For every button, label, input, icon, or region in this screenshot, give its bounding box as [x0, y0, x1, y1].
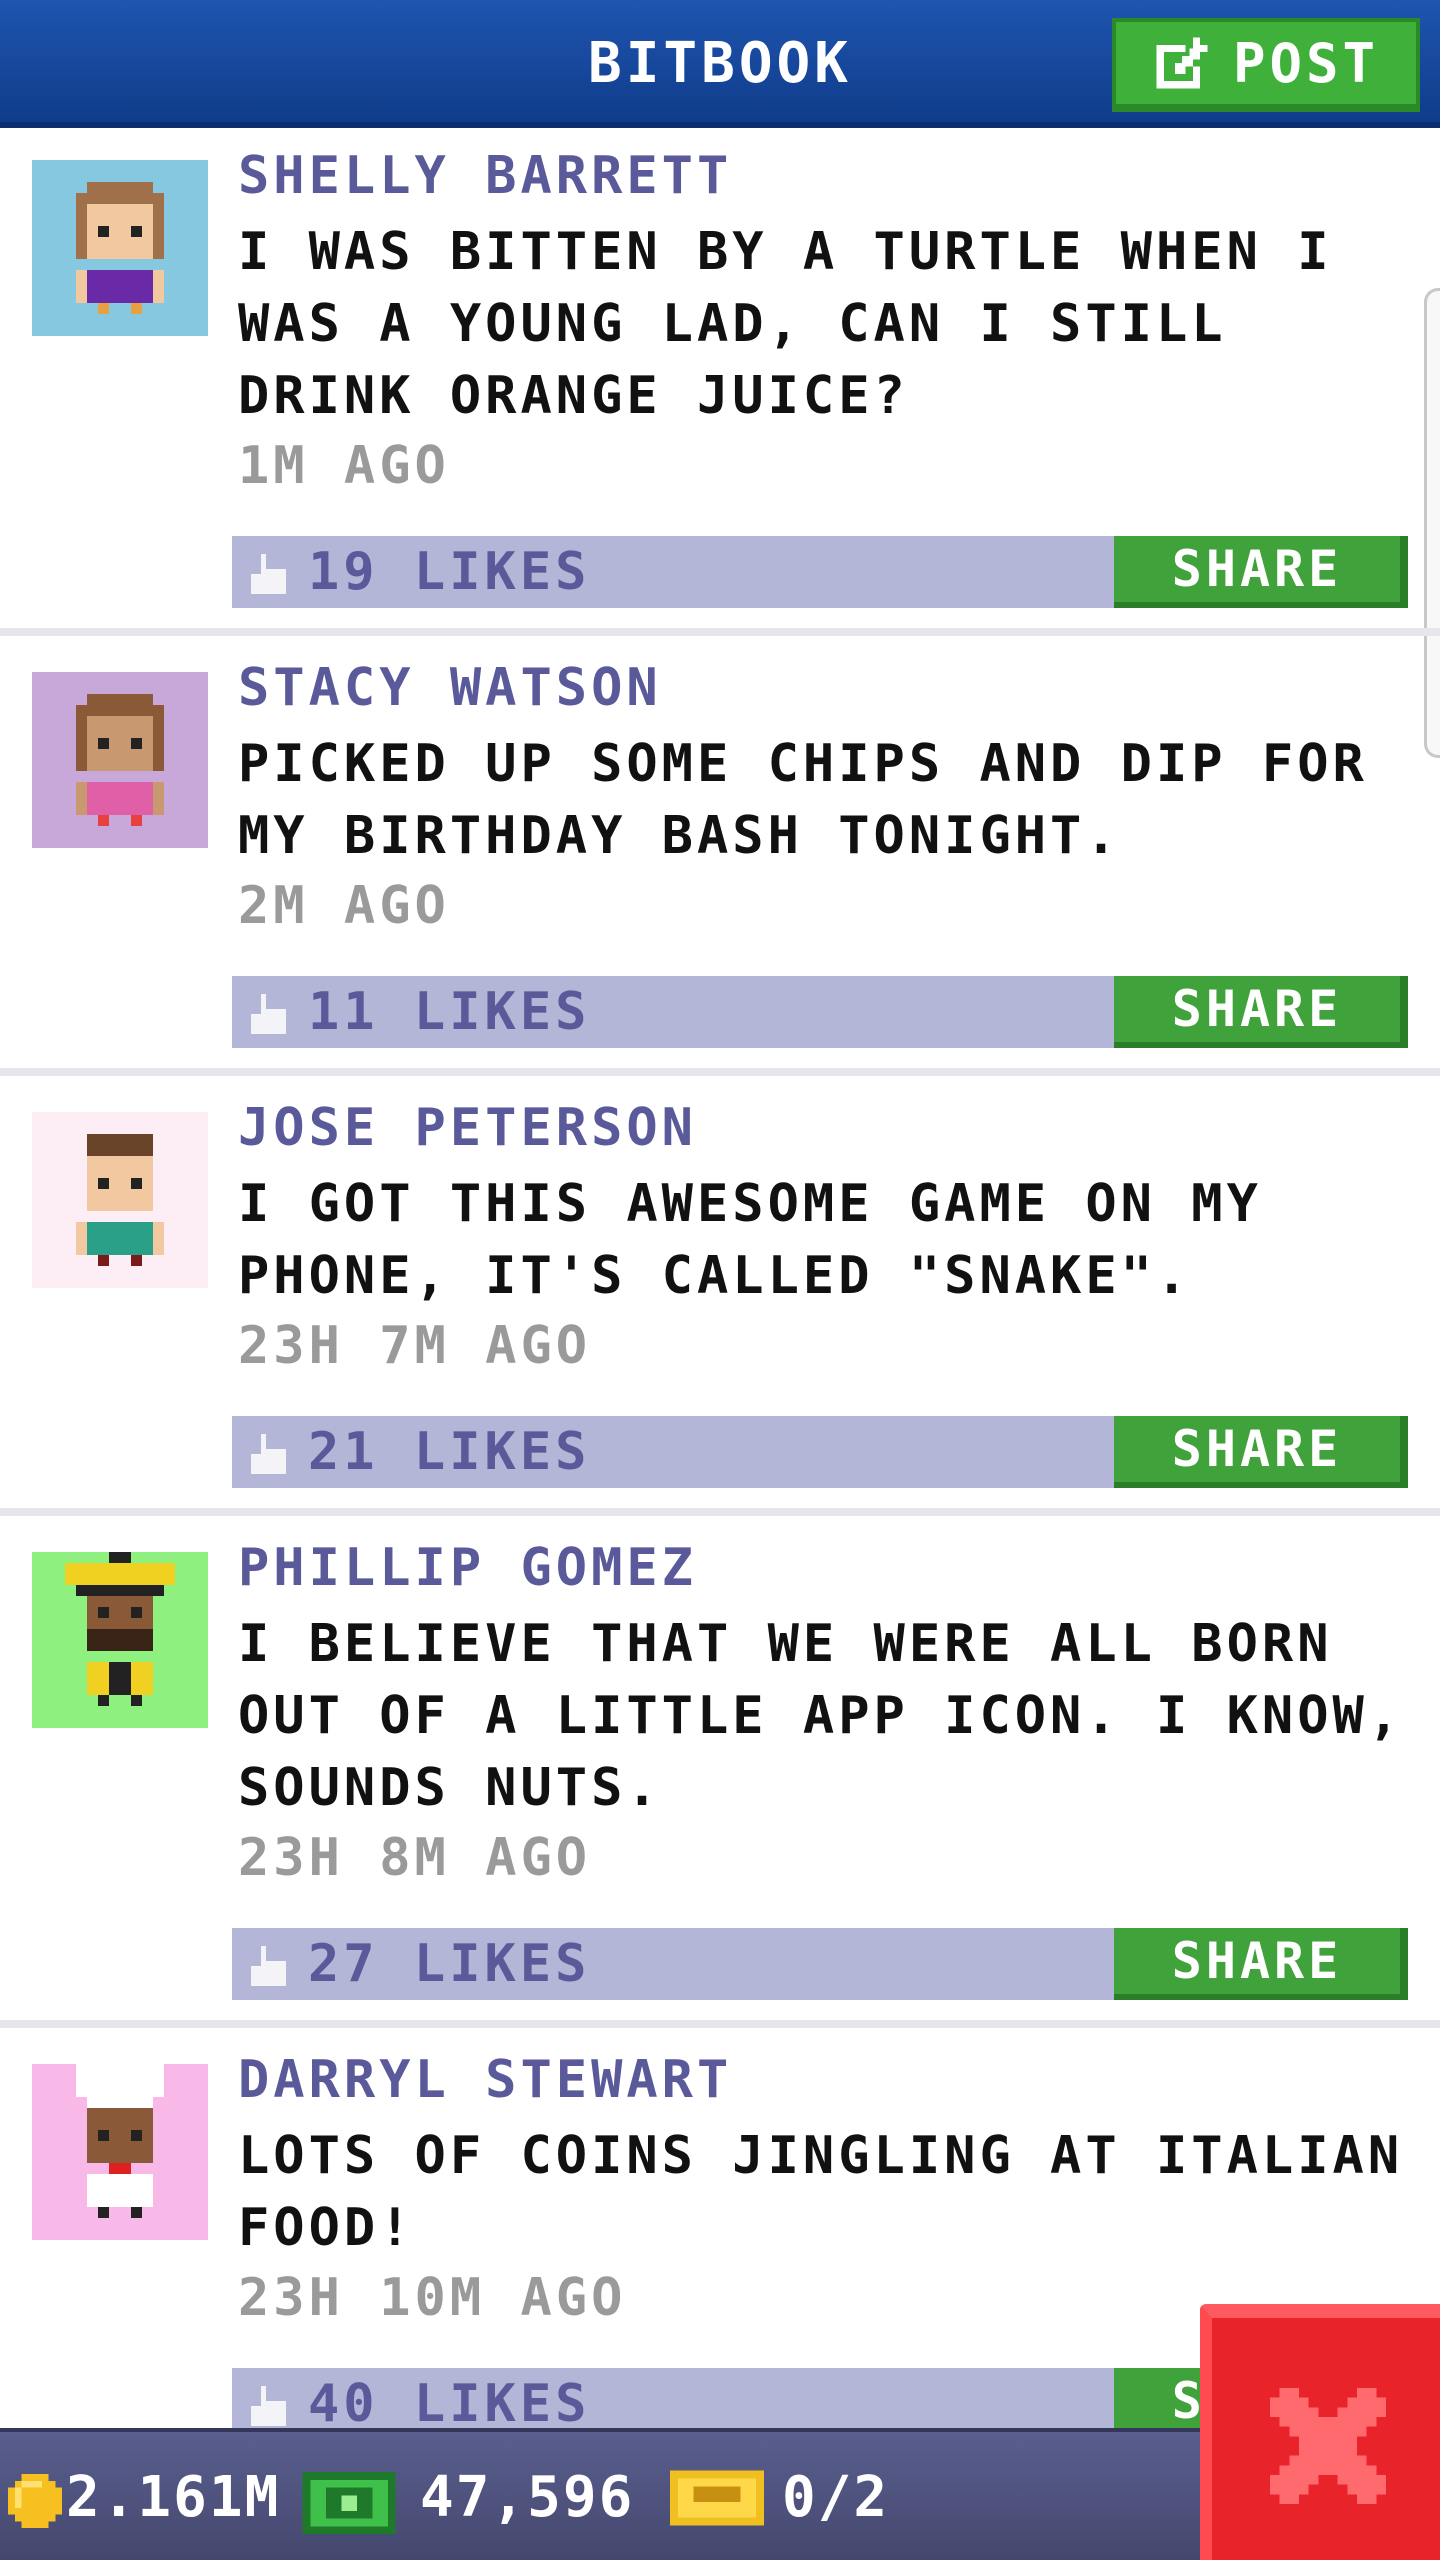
avatar	[32, 1552, 208, 1728]
cash-icon	[302, 2472, 396, 2534]
post-time: 23H 10M AGO	[238, 2268, 627, 2328]
post-time: 23H 8M AGO	[238, 1828, 592, 1888]
avatar	[32, 1112, 208, 1288]
thumbs-up-icon[interactable]	[246, 2386, 286, 2426]
like-count: 21 LIKES	[308, 1422, 591, 1482]
scrollbar[interactable]	[1424, 288, 1440, 758]
like-count: 11 LIKES	[308, 982, 591, 1042]
post-message: I BELIEVE THAT WE WERE ALL BORN OUT OF A…	[238, 1614, 1404, 1818]
app-header: BITBOOK POST	[0, 0, 1440, 128]
share-button[interactable]: SHARE	[1114, 1416, 1408, 1488]
like-count: 27 LIKES	[308, 1934, 591, 1994]
like-bar: 27 LIKES SHARE	[232, 1928, 1408, 2000]
post-message: LOTS OF COINS JINGLING AT ITALIAN FOOD!	[238, 2126, 1404, 2258]
avatar	[32, 2064, 208, 2240]
post-message: I GOT THIS AWESOME GAME ON MY PHONE, IT'…	[238, 1174, 1262, 1306]
divider	[0, 1508, 1440, 1516]
post-author[interactable]: JOSE PETERSON	[238, 1098, 697, 1158]
ticket-count: 0/2	[782, 2465, 890, 2530]
ticket-icon	[670, 2470, 764, 2526]
post-time: 2M AGO	[238, 876, 450, 936]
thumbs-up-icon[interactable]	[246, 994, 286, 1034]
divider	[0, 628, 1440, 636]
close-icon	[1270, 2388, 1386, 2504]
post-author[interactable]: SHELLY BARRETT	[238, 146, 732, 206]
close-button[interactable]	[1200, 2304, 1440, 2560]
like-count: 19 LIKES	[308, 542, 591, 602]
divider	[0, 1068, 1440, 1076]
post-author[interactable]: STACY WATSON	[238, 658, 662, 718]
post-button[interactable]: POST	[1112, 18, 1420, 112]
share-button[interactable]: SHARE	[1114, 976, 1408, 1048]
post-message: PICKED UP SOME CHIPS AND DIP FOR MY BIRT…	[238, 734, 1368, 866]
thumbs-up-icon[interactable]	[246, 554, 286, 594]
post-author[interactable]: PHILLIP GOMEZ	[238, 1538, 697, 1598]
post-message: I WAS BITTEN BY A TURTLE WHEN I WAS A YO…	[238, 222, 1333, 426]
avatar	[32, 160, 208, 336]
post-author[interactable]: DARRYL STEWART	[238, 2050, 732, 2110]
avatar	[32, 672, 208, 848]
post-time: 23H 7M AGO	[238, 1316, 592, 1376]
post-time: 1M AGO	[238, 436, 450, 496]
divider	[0, 2020, 1440, 2028]
share-button[interactable]: SHARE	[1114, 1928, 1408, 2000]
like-bar: 21 LIKES SHARE	[232, 1416, 1408, 1488]
edit-icon	[1156, 37, 1208, 89]
post-button-label: POST	[1232, 31, 1380, 95]
thumbs-up-icon[interactable]	[246, 1946, 286, 1986]
coin-balance: 2.161M	[66, 2465, 281, 2530]
bux-balance: 47,596	[420, 2465, 635, 2530]
like-bar: 11 LIKES SHARE	[232, 976, 1408, 1048]
coin-icon	[8, 2474, 62, 2528]
thumbs-up-icon[interactable]	[246, 1434, 286, 1474]
share-button[interactable]: SHARE	[1114, 536, 1408, 608]
like-bar: 19 LIKES SHARE	[232, 536, 1408, 608]
